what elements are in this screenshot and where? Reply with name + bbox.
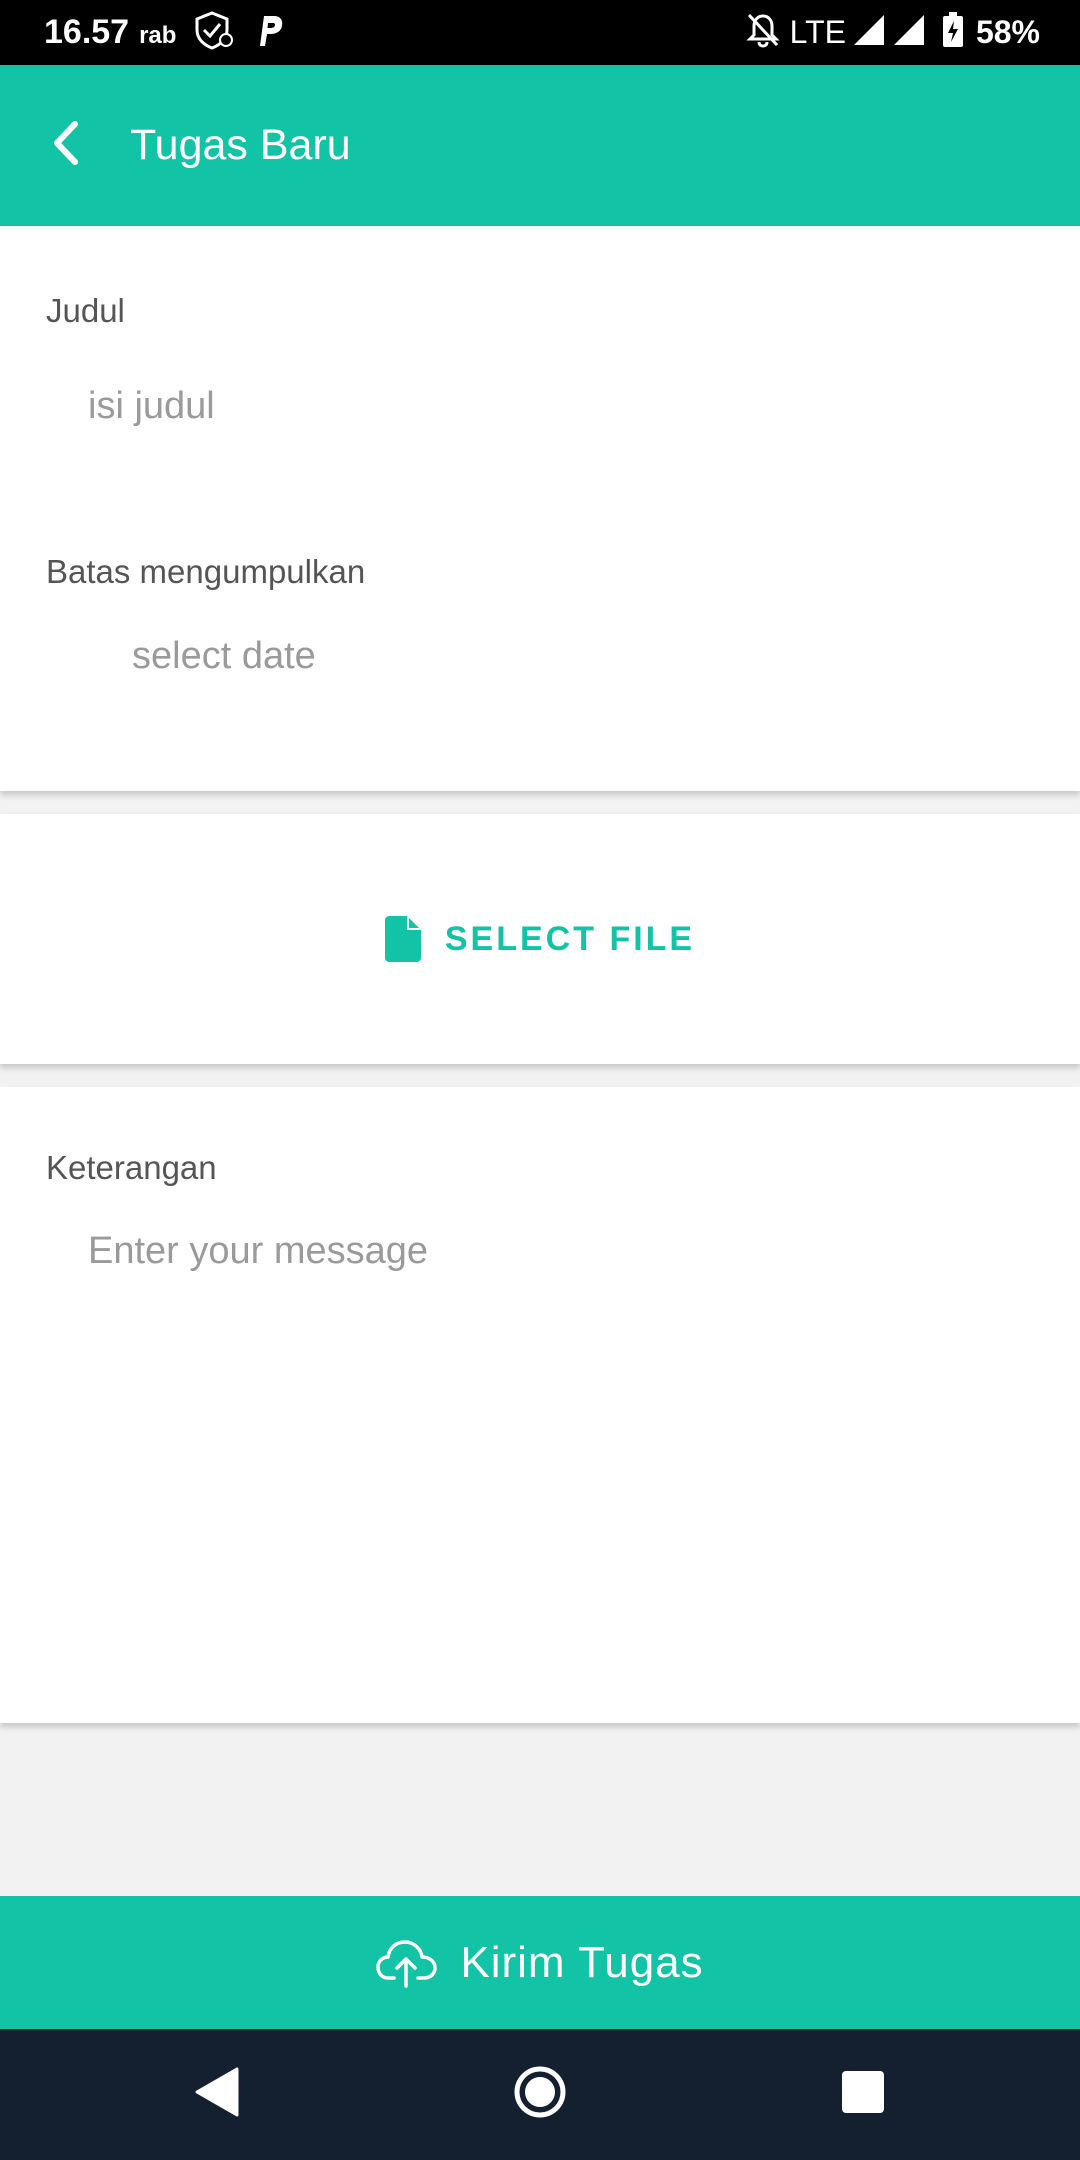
kirim-tugas-label: Kirim Tugas — [460, 1937, 704, 1987]
message-textarea[interactable] — [88, 1227, 1038, 1667]
app-bar: Tugas Baru — [0, 65, 1080, 226]
deadline-label: Batas mengumpulkan — [46, 553, 366, 590]
file-icon — [384, 916, 421, 962]
nav-back-button[interactable] — [146, 2029, 286, 2160]
home-circle-icon — [513, 2065, 567, 2124]
back-triangle-icon — [193, 2067, 239, 2122]
recents-square-icon — [840, 2069, 886, 2120]
deadline-date-input[interactable] — [132, 626, 1032, 686]
signal-icon — [852, 13, 886, 52]
status-right: LTE 58% — [730, 12, 1040, 53]
status-time: 16.57 — [44, 13, 130, 51]
network-type: LTE — [789, 14, 846, 50]
keterangan-label: Keterangan — [46, 1149, 217, 1186]
status-left: 16.57 rab — [44, 10, 286, 55]
battery-charging-icon — [942, 12, 964, 53]
system-nav-bar — [0, 2029, 1080, 2160]
nav-home-button[interactable] — [470, 2029, 610, 2160]
note-card: Keterangan — [0, 1087, 1080, 1723]
screen: 16.57 rab LTE 58% Tugas Baru Judul isi j… — [0, 0, 1080, 2160]
judul-label: Judul — [46, 292, 125, 329]
file-card: SELECT FILE — [0, 814, 1080, 1064]
status-day: rab — [139, 21, 177, 49]
nav-recents-button[interactable] — [793, 2029, 933, 2160]
signal-icon — [892, 13, 926, 52]
select-file-button[interactable]: SELECT FILE — [384, 916, 696, 962]
notifications-off-icon — [746, 12, 780, 53]
battery-percent: 58% — [975, 14, 1040, 50]
task-form-card: Judul Batas mengumpulkan — [0, 226, 1080, 791]
parking-icon — [252, 12, 286, 53]
back-button[interactable] — [22, 101, 112, 191]
judul-input[interactable] — [88, 376, 1038, 436]
page-title: Tugas Baru — [130, 121, 351, 169]
cloud-upload-icon — [376, 1938, 438, 1988]
select-file-label: SELECT FILE — [444, 919, 696, 958]
status-bar: 16.57 rab LTE 58% — [0, 0, 1080, 65]
chevron-left-icon — [47, 118, 87, 173]
kirim-tugas-button[interactable]: Kirim Tugas — [0, 1896, 1080, 2029]
shield-check-icon — [192, 10, 236, 55]
